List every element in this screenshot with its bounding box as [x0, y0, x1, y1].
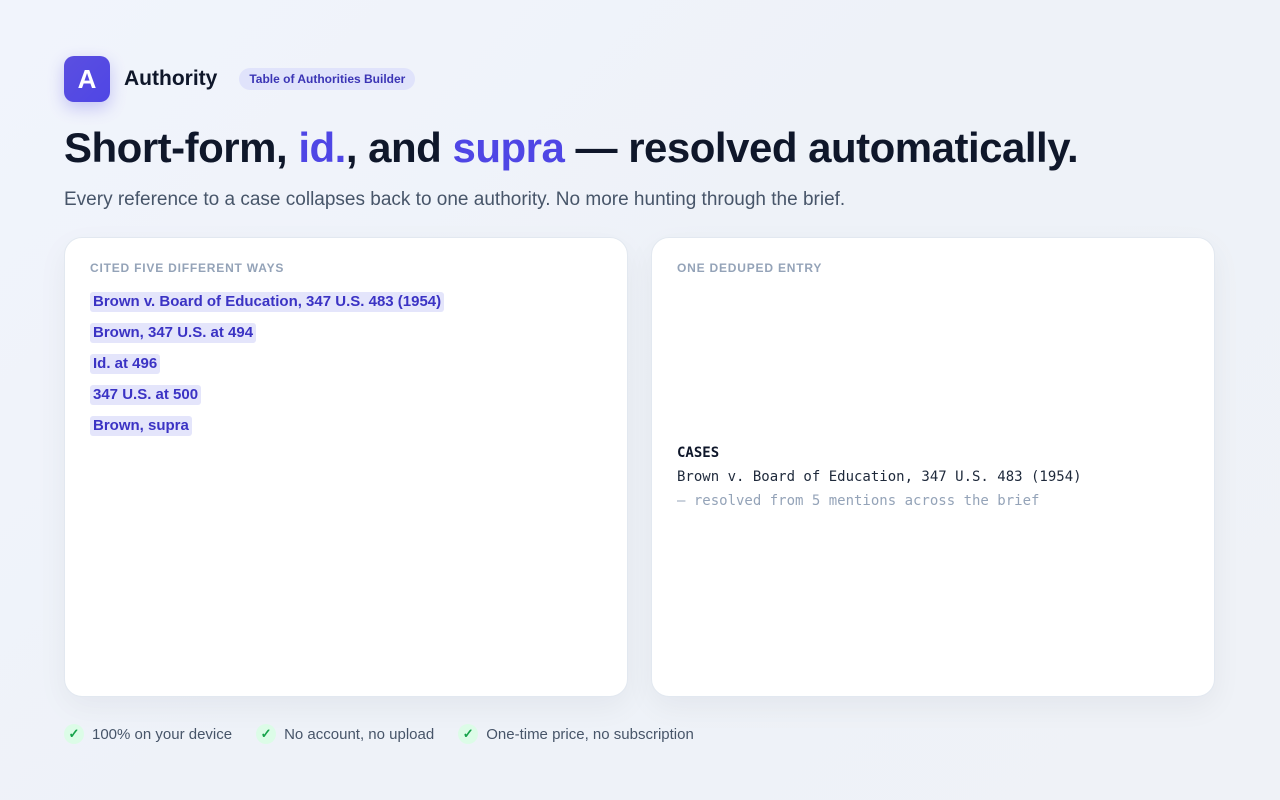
feature-label: No account, no upload	[284, 725, 435, 743]
feature-list: ✓ 100% on your device ✓ No account, no u…	[64, 724, 718, 744]
feature-label: 100% on your device	[92, 725, 233, 743]
feature-label: One-time price, no subscription	[486, 725, 694, 743]
app-header: A Authority Table of Authorities Builder	[64, 56, 416, 102]
deduped-entry: CASES Brown v. Board of Education, 347 U…	[677, 445, 1082, 509]
check-icon: ✓	[64, 724, 84, 744]
citation-list: Brown v. Board of Education, 347 U.S. 48…	[90, 292, 445, 447]
citation-item: Brown, 347 U.S. at 494	[90, 323, 257, 343]
page-subheading: Every reference to a case collapses back…	[64, 189, 846, 210]
deduped-card: ONE DEDUPED ENTRY CASES Brown v. Board o…	[651, 237, 1215, 697]
entry-section-heading: CASES	[677, 445, 720, 461]
deduped-card-label: ONE DEDUPED ENTRY	[677, 261, 823, 275]
page-headline: Short-form, id., and supra — resolved au…	[64, 124, 1079, 172]
headline-part-2: , and	[345, 124, 453, 171]
citation-item: Id. at 496	[90, 354, 161, 374]
feature-item: ✓ No account, no upload	[256, 724, 434, 744]
citations-card-label: CITED FIVE DIFFERENT WAYS	[90, 261, 285, 275]
feature-item: ✓ One-time price, no subscription	[458, 724, 694, 744]
citation-item: Brown v. Board of Education, 347 U.S. 48…	[90, 292, 445, 312]
brand-name: Authority	[124, 67, 218, 90]
headline-part-3: — resolved automatically.	[564, 124, 1079, 171]
check-icon: ✓	[256, 724, 277, 744]
entry-note: — resolved from 5 mentions across the br…	[677, 493, 1040, 509]
headline-accent-id: id.	[298, 124, 346, 171]
citation-item: Brown, supra	[90, 416, 192, 436]
entry-citation: Brown v. Board of Education, 347 U.S. 48…	[677, 469, 1082, 485]
citations-card: CITED FIVE DIFFERENT WAYS Brown v. Board…	[64, 237, 628, 697]
headline-part-1: Short-form,	[64, 124, 299, 171]
logo-icon: A	[64, 56, 110, 102]
product-badge: Table of Authorities Builder	[239, 68, 416, 90]
headline-accent-supra: supra	[452, 124, 565, 171]
citation-item: 347 U.S. at 500	[90, 385, 202, 405]
check-icon: ✓	[458, 724, 479, 744]
feature-item: ✓ 100% on your device	[64, 724, 232, 744]
